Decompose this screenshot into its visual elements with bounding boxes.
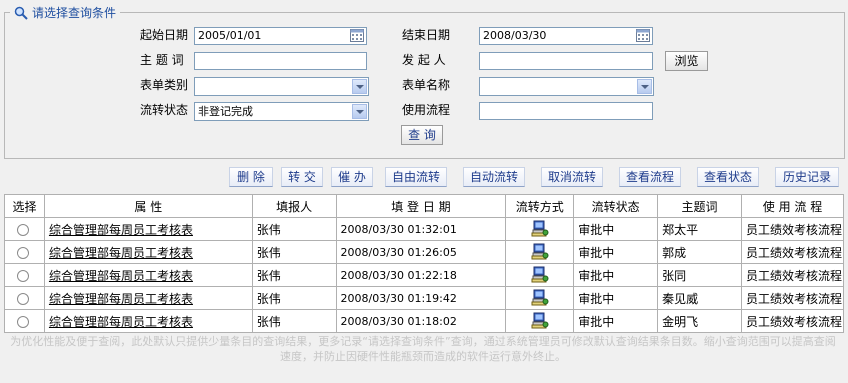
view-flow-button[interactable]: 查看流程	[619, 167, 681, 187]
row-reporter: 张伟	[251, 286, 337, 310]
row-reporter: 张伟	[251, 309, 337, 333]
view-status-button[interactable]: 查看状态	[697, 167, 759, 187]
start-date-label: 起始日期	[140, 28, 189, 42]
flow-label: 使用流程	[402, 103, 451, 117]
end-date-value: 2008/03/30	[483, 29, 547, 42]
row-attribute-link[interactable]: 综合管理部每周员工考核表	[49, 246, 193, 260]
table-row: 综合管理部每周员工考核表 张伟 2008/03/30 01:32:01 审批中 …	[4, 217, 845, 241]
initiator-label: 发 起 人	[402, 53, 446, 67]
row-attribute-link[interactable]: 综合管理部每周员工考核表	[49, 292, 193, 306]
row-select-radio[interactable]	[17, 315, 29, 328]
row-select-radio[interactable]	[17, 246, 29, 259]
row-subject: 张同	[657, 263, 742, 287]
chevron-down-icon[interactable]	[352, 104, 367, 119]
row-flow: 员工绩效考核流程	[740, 286, 845, 310]
column-header-status[interactable]: 流转状态	[573, 194, 659, 218]
workflow-computer-icon[interactable]	[531, 311, 549, 329]
row-select-radio[interactable]	[17, 292, 29, 305]
subject-label: 主 题 词	[140, 53, 184, 67]
status-label: 流转状态	[140, 103, 189, 117]
table-row: 综合管理部每周员工考核表 张伟 2008/03/30 01:22:18 审批中 …	[4, 263, 845, 287]
column-header-reporter[interactable]: 填报人	[251, 194, 337, 218]
row-subject: 秦见威	[657, 286, 742, 310]
row-date: 2008/03/30 01:32:01	[335, 217, 507, 241]
column-header-attribute[interactable]: 属 性	[43, 194, 253, 218]
auto-flow-button[interactable]: 自动流转	[463, 167, 525, 187]
initiator-input[interactable]	[479, 52, 653, 70]
column-header-flow[interactable]: 使 用 流 程	[740, 194, 845, 218]
workflow-computer-icon[interactable]	[531, 242, 549, 260]
row-status: 审批中	[573, 263, 659, 287]
end-date-label: 结束日期	[402, 28, 451, 42]
workflow-computer-icon[interactable]	[531, 288, 549, 306]
history-button[interactable]: 历史记录	[775, 167, 839, 187]
form-type-label: 表单类别	[140, 78, 189, 92]
query-button[interactable]: 查 询	[401, 125, 443, 145]
search-panel-title: 请选择查询条件	[10, 5, 121, 21]
cancel-flow-button[interactable]: 取消流转	[541, 167, 603, 187]
workflow-computer-icon[interactable]	[531, 265, 549, 283]
table-row: 综合管理部每周员工考核表 张伟 2008/03/30 01:19:42 审批中 …	[4, 286, 845, 310]
row-subject: 金明飞	[657, 309, 742, 333]
chevron-down-icon[interactable]	[637, 79, 652, 94]
subject-input[interactable]	[194, 52, 367, 70]
start-date-value: 2005/01/01	[198, 29, 262, 42]
remind-button[interactable]: 催 办	[331, 167, 373, 187]
row-select-radio[interactable]	[17, 223, 29, 236]
status-value: 非登记完成	[198, 105, 253, 118]
results-table: 选择 属 性 填报人 填 登 日 期 流转方式 流转状态 主题词 使 用 流 程…	[4, 194, 845, 333]
row-flow: 员工绩效考核流程	[740, 263, 845, 287]
column-header-subject[interactable]: 主题词	[657, 194, 742, 218]
magnifier-icon	[14, 6, 28, 20]
search-panel-title-text: 请选择查询条件	[32, 6, 117, 20]
row-date: 2008/03/30 01:22:18	[335, 263, 507, 287]
row-flow: 员工绩效考核流程	[740, 217, 845, 241]
row-reporter: 张伟	[251, 240, 337, 264]
row-date: 2008/03/30 01:26:05	[335, 240, 507, 264]
end-date-input[interactable]: 2008/03/30	[479, 27, 653, 45]
row-attribute-link[interactable]: 综合管理部每周员工考核表	[49, 223, 193, 237]
row-select-radio[interactable]	[17, 269, 29, 282]
calendar-icon[interactable]	[350, 29, 364, 42]
workflow-computer-icon[interactable]	[531, 219, 549, 237]
status-select[interactable]: 非登记完成	[194, 102, 369, 121]
row-status: 审批中	[573, 309, 659, 333]
chevron-down-icon[interactable]	[352, 79, 367, 94]
row-status: 审批中	[573, 286, 659, 310]
flow-input[interactable]	[479, 102, 653, 120]
form-name-select[interactable]	[479, 77, 654, 96]
browse-button[interactable]: 浏览	[665, 51, 708, 71]
column-header-flow-mode[interactable]: 流转方式	[505, 194, 575, 218]
table-row: 综合管理部每周员工考核表 张伟 2008/03/30 01:18:02 审批中 …	[4, 309, 845, 333]
column-header-select: 选择	[4, 194, 45, 218]
row-attribute-link[interactable]: 综合管理部每周员工考核表	[49, 269, 193, 283]
row-reporter: 张伟	[251, 263, 337, 287]
row-subject: 郭成	[657, 240, 742, 264]
transfer-button[interactable]: 转 交	[281, 167, 323, 187]
start-date-input[interactable]: 2005/01/01	[194, 27, 367, 45]
row-status: 审批中	[573, 240, 659, 264]
row-attribute-link[interactable]: 综合管理部每周员工考核表	[49, 315, 193, 329]
column-header-date[interactable]: 填 登 日 期	[335, 194, 507, 218]
row-status: 审批中	[573, 217, 659, 241]
free-flow-button[interactable]: 自由流转	[385, 167, 447, 187]
row-reporter: 张伟	[251, 217, 337, 241]
row-subject: 郑太平	[657, 217, 742, 241]
row-flow: 员工绩效考核流程	[740, 240, 845, 264]
form-name-label: 表单名称	[402, 78, 451, 92]
table-row: 综合管理部每周员工考核表 张伟 2008/03/30 01:26:05 审批中 …	[4, 240, 845, 264]
form-type-select[interactable]	[194, 77, 369, 96]
calendar-icon[interactable]	[636, 29, 650, 42]
row-date: 2008/03/30 01:19:42	[335, 286, 507, 310]
table-header-row: 选择 属 性 填报人 填 登 日 期 流转方式 流转状态 主题词 使 用 流 程	[4, 194, 845, 218]
row-flow: 员工绩效考核流程	[740, 309, 845, 333]
row-date: 2008/03/30 01:18:02	[335, 309, 507, 333]
info-note: 为优化性能及便于查阅，此处默认只提供少量条目的查询结果，更多记录“请选择查询条件…	[10, 335, 836, 363]
delete-button[interactable]: 删 除	[229, 167, 273, 187]
